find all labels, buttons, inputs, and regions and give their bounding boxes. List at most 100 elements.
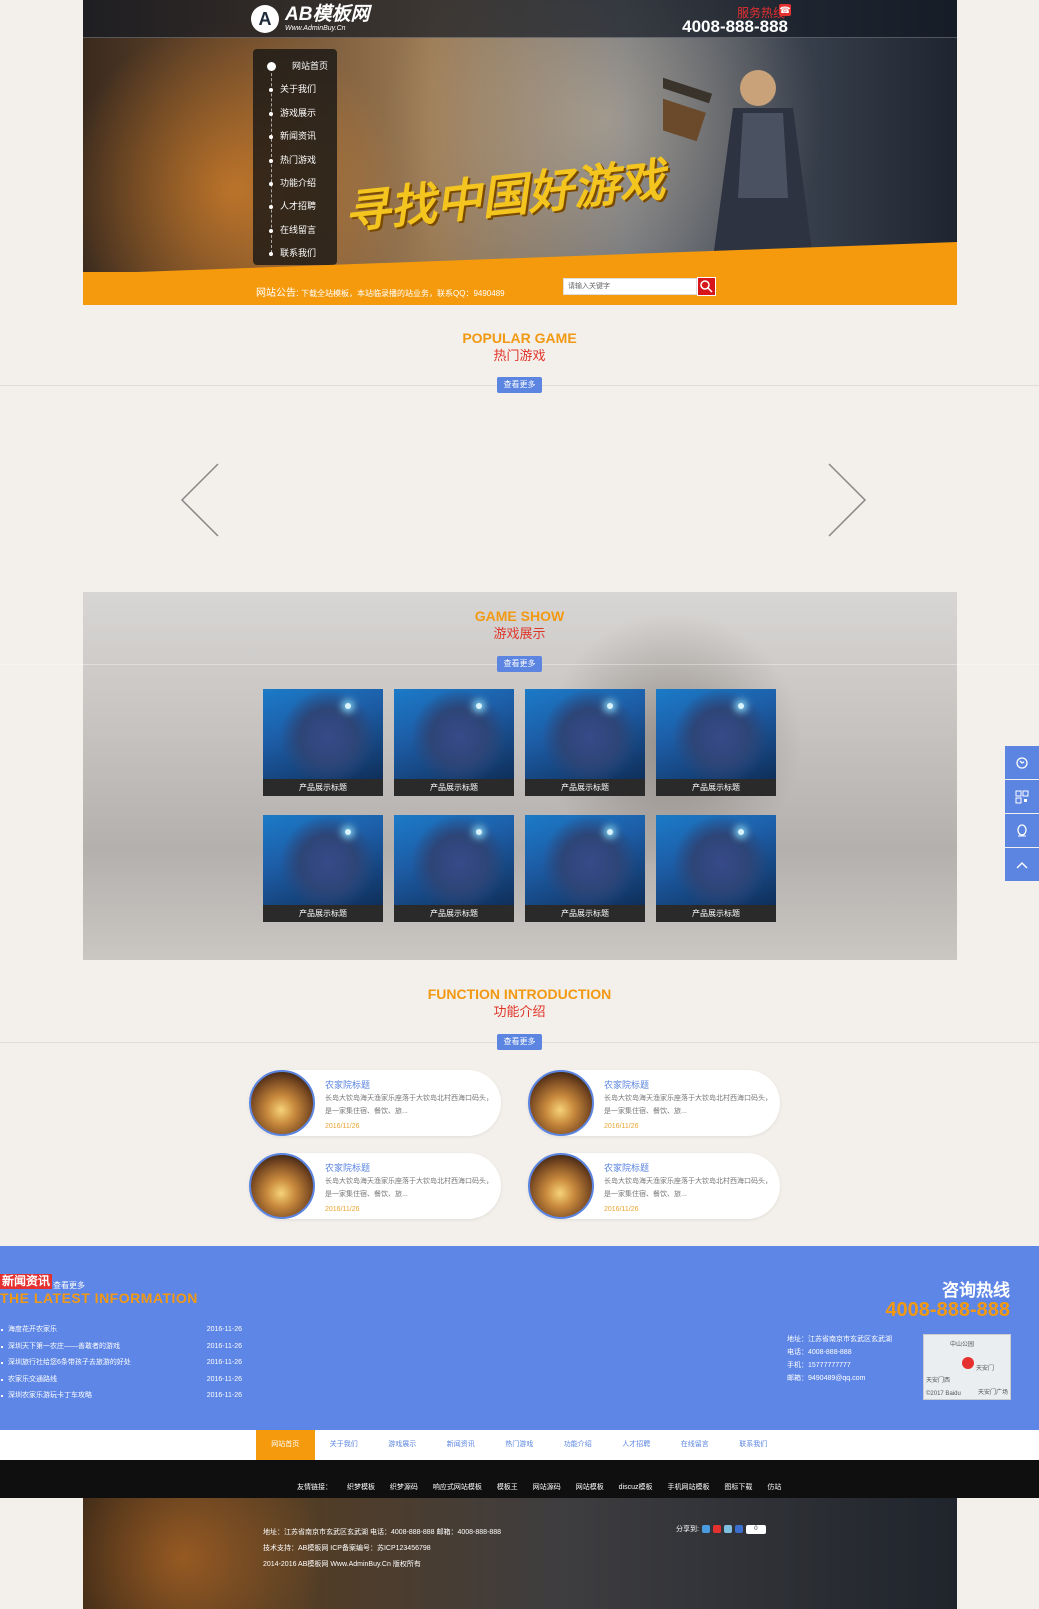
footer-line: 2014-2016 AB模板网 Www.AdminBuy.Cn 版权所有 [263, 1561, 421, 1568]
search-button[interactable] [697, 277, 716, 296]
game-card[interactable]: 产品展示标题 [263, 689, 383, 796]
game-card[interactable]: 产品展示标题 [263, 815, 383, 922]
footer-nav-home[interactable]: 网站首页 [256, 1430, 315, 1460]
share-weibo-icon[interactable] [712, 1525, 721, 1533]
map-label: 天安门西 [926, 1378, 951, 1384]
share-qzone-icon[interactable] [701, 1525, 710, 1533]
footer-line: 地址：江苏省南京市玄武区玄武湖 电话：4008-888-888 邮箱：4008-… [263, 1529, 502, 1536]
chevron-up-icon [1016, 861, 1028, 868]
friend-link[interactable]: 响应式网站模板 [433, 1484, 482, 1491]
nav-item-about[interactable]: 关于我们 [253, 78, 337, 101]
share-bar: 分享到: 0 [676, 1524, 766, 1534]
nav-item-jobs[interactable]: 人才招聘 [253, 195, 337, 218]
function-item[interactable]: 农家院标题 长岛大钦岛海天渔家乐座落于大钦岛北村西海口码头，是一家集住宿、餐饮、… [249, 1070, 501, 1136]
game-card[interactable]: 产品展示标题 [525, 815, 645, 922]
logo-subtitle: Www.AdminBuy.Cn [285, 25, 346, 32]
share-qq-icon[interactable] [723, 1525, 732, 1533]
hotline-number: 4008-888-888 [682, 17, 788, 36]
footer-nav-features[interactable]: 功能介绍 [549, 1430, 608, 1460]
links-label: 友情链接： [297, 1484, 332, 1491]
share-label: 分享到: [676, 1526, 699, 1533]
nav-item-message[interactable]: 在线留言 [253, 219, 337, 242]
news-item[interactable]: 农家乐交通路线 2016-11-26 [0, 1372, 245, 1389]
function-item[interactable]: 农家院标题 长岛大钦岛海天渔家乐座落于大钦岛北村西海口码头，是一家集住宿、餐饮、… [528, 1070, 780, 1136]
map-copyright: ©2017 Baidu [926, 1391, 961, 1397]
copyright-footer: 地址：江苏省南京市玄武区玄武湖 电话：4008-888-888 邮箱：4008-… [0, 1498, 1039, 1609]
news-item-date: 2016-11-26 [206, 1359, 242, 1366]
float-phone-button[interactable] [1005, 746, 1039, 779]
contact-info: 地址：江苏省南京市玄武区玄武湖 电话：4008-888-888 手机：15777… [787, 1333, 892, 1385]
news-item-date: 2016-11-26 [206, 1375, 242, 1383]
function-item[interactable]: 农家院标题 长岛大钦岛海天渔家乐座落于大钦岛北村西海口码头，是一家集住宿、餐饮、… [528, 1153, 780, 1219]
footer-nav-popular[interactable]: 热门游戏 [490, 1430, 549, 1460]
logo[interactable]: A AB模板网 Www.AdminBuy.Cn [251, 4, 369, 34]
friend-link[interactable]: 模板王 [497, 1484, 518, 1491]
hero-slogan: 寻找中国好游戏 [341, 153, 668, 239]
game-card[interactable]: 产品展示标题 [656, 815, 776, 922]
function-item-title: 农家院标题 [604, 1163, 650, 1173]
news-section: 新闻资讯 查看更多 THE LATEST INFORMATION 海度花开农家乐… [0, 1246, 1039, 1430]
gameshow-more-button[interactable]: 查看更多 [497, 656, 542, 672]
news-item-title: 深圳天下第一农庄——善敢者的游戏 [8, 1342, 120, 1350]
nav-item-home[interactable]: 网站首页 [253, 55, 337, 78]
float-top-button[interactable] [1005, 848, 1039, 881]
news-item-date: 2016-11-26 [206, 1342, 242, 1350]
friend-link[interactable]: 网站源码 [533, 1484, 561, 1491]
function-item[interactable]: 农家院标题 长岛大钦岛海天渔家乐座落于大钦岛北村西海口码头，是一家集住宿、餐饮、… [249, 1153, 501, 1219]
news-item-title: 农家乐交通路线 [8, 1375, 57, 1383]
function-item-title: 农家院标题 [325, 1163, 371, 1173]
nav-item-news[interactable]: 新闻资讯 [253, 125, 337, 148]
footer-nav-news[interactable]: 新闻资讯 [432, 1430, 491, 1460]
nav-item-games[interactable]: 游戏展示 [253, 102, 337, 125]
footer-nav-games[interactable]: 游戏展示 [373, 1430, 432, 1460]
prev-arrow-icon[interactable] [180, 462, 220, 538]
news-item-title: 深圳农家乐游玩卡丁车攻略 [8, 1392, 92, 1399]
friend-link[interactable]: discuz模板 [619, 1484, 653, 1491]
game-image [263, 815, 383, 905]
nav-item-contact[interactable]: 联系我们 [253, 242, 337, 265]
game-card[interactable]: 产品展示标题 [656, 689, 776, 796]
friend-link[interactable]: 织梦模板 [347, 1484, 375, 1491]
footer-line: 技术支持：AB模板网 ICP备案编号：苏ICP123456798 [263, 1545, 431, 1552]
search-icon [700, 280, 713, 293]
game-image [656, 689, 776, 779]
news-item[interactable]: 深圳农家乐游玩卡丁车攻略 2016-11-26 [0, 1388, 245, 1405]
news-item[interactable]: 深圳旅行社给您6条带孩子去旅游的好处 2016-11-26 [0, 1355, 245, 1372]
float-qq-button[interactable] [1005, 814, 1039, 847]
friend-link[interactable]: 网站模板 [576, 1484, 604, 1491]
float-qrcode-button[interactable] [1005, 780, 1039, 813]
game-card[interactable]: 产品展示标题 [525, 689, 645, 796]
game-card[interactable]: 产品展示标题 [394, 815, 514, 922]
footer-nav-about[interactable]: 关于我们 [315, 1430, 374, 1460]
top-bar [83, 0, 957, 38]
next-arrow-icon[interactable] [827, 462, 867, 538]
news-list: 海度花开农家乐 2016-11-26 深圳天下第一农庄——善敢者的游戏 2016-1… [0, 1322, 245, 1405]
footer-nav-jobs[interactable]: 人才招聘 [607, 1430, 666, 1460]
share-renren-icon[interactable] [734, 1525, 743, 1533]
logo-text: AB模板网 [285, 4, 370, 25]
game-caption: 产品展示标题 [394, 779, 514, 796]
friend-link[interactable]: 手机网站模板 [667, 1484, 709, 1491]
location-map[interactable]: 中山公园 天安门西 天安门 天安门广场 ©2017 Baidu [923, 1334, 1011, 1400]
contact-phone: 电话：4008-888-888 [787, 1349, 852, 1356]
footer-nav-contact[interactable]: 联系我们 [724, 1430, 783, 1460]
news-item[interactable]: 深圳天下第一农庄——善敢者的游戏 2016-11-26 [0, 1339, 245, 1356]
game-image [394, 689, 514, 779]
friend-link[interactable]: 织梦源码 [390, 1484, 418, 1491]
map-label: 天安门 [976, 1366, 995, 1372]
function-more-button[interactable]: 查看更多 [497, 1034, 542, 1050]
game-image [394, 815, 514, 905]
friend-link[interactable]: 图标下载 [724, 1484, 752, 1491]
contact-address: 地址：江苏省南京市玄武区玄武湖 [787, 1336, 892, 1343]
nav-item-popular[interactable]: 热门游戏 [253, 149, 337, 172]
game-card[interactable]: 产品展示标题 [394, 689, 514, 796]
game-caption: 产品展示标题 [394, 905, 514, 922]
nav-item-features[interactable]: 功能介绍 [253, 172, 337, 195]
popular-more-button[interactable]: 查看更多 [497, 377, 542, 393]
search-input[interactable]: 请输入关键字 [563, 278, 697, 295]
function-item-date: 2016/11/26 [604, 1206, 639, 1213]
friend-link[interactable]: 仿站 [767, 1484, 781, 1491]
contact-mobile: 手机：15777777777 [787, 1362, 851, 1369]
news-item[interactable]: 海度花开农家乐 2016-11-26 [0, 1322, 245, 1339]
footer-nav-message[interactable]: 在线留言 [666, 1430, 725, 1460]
